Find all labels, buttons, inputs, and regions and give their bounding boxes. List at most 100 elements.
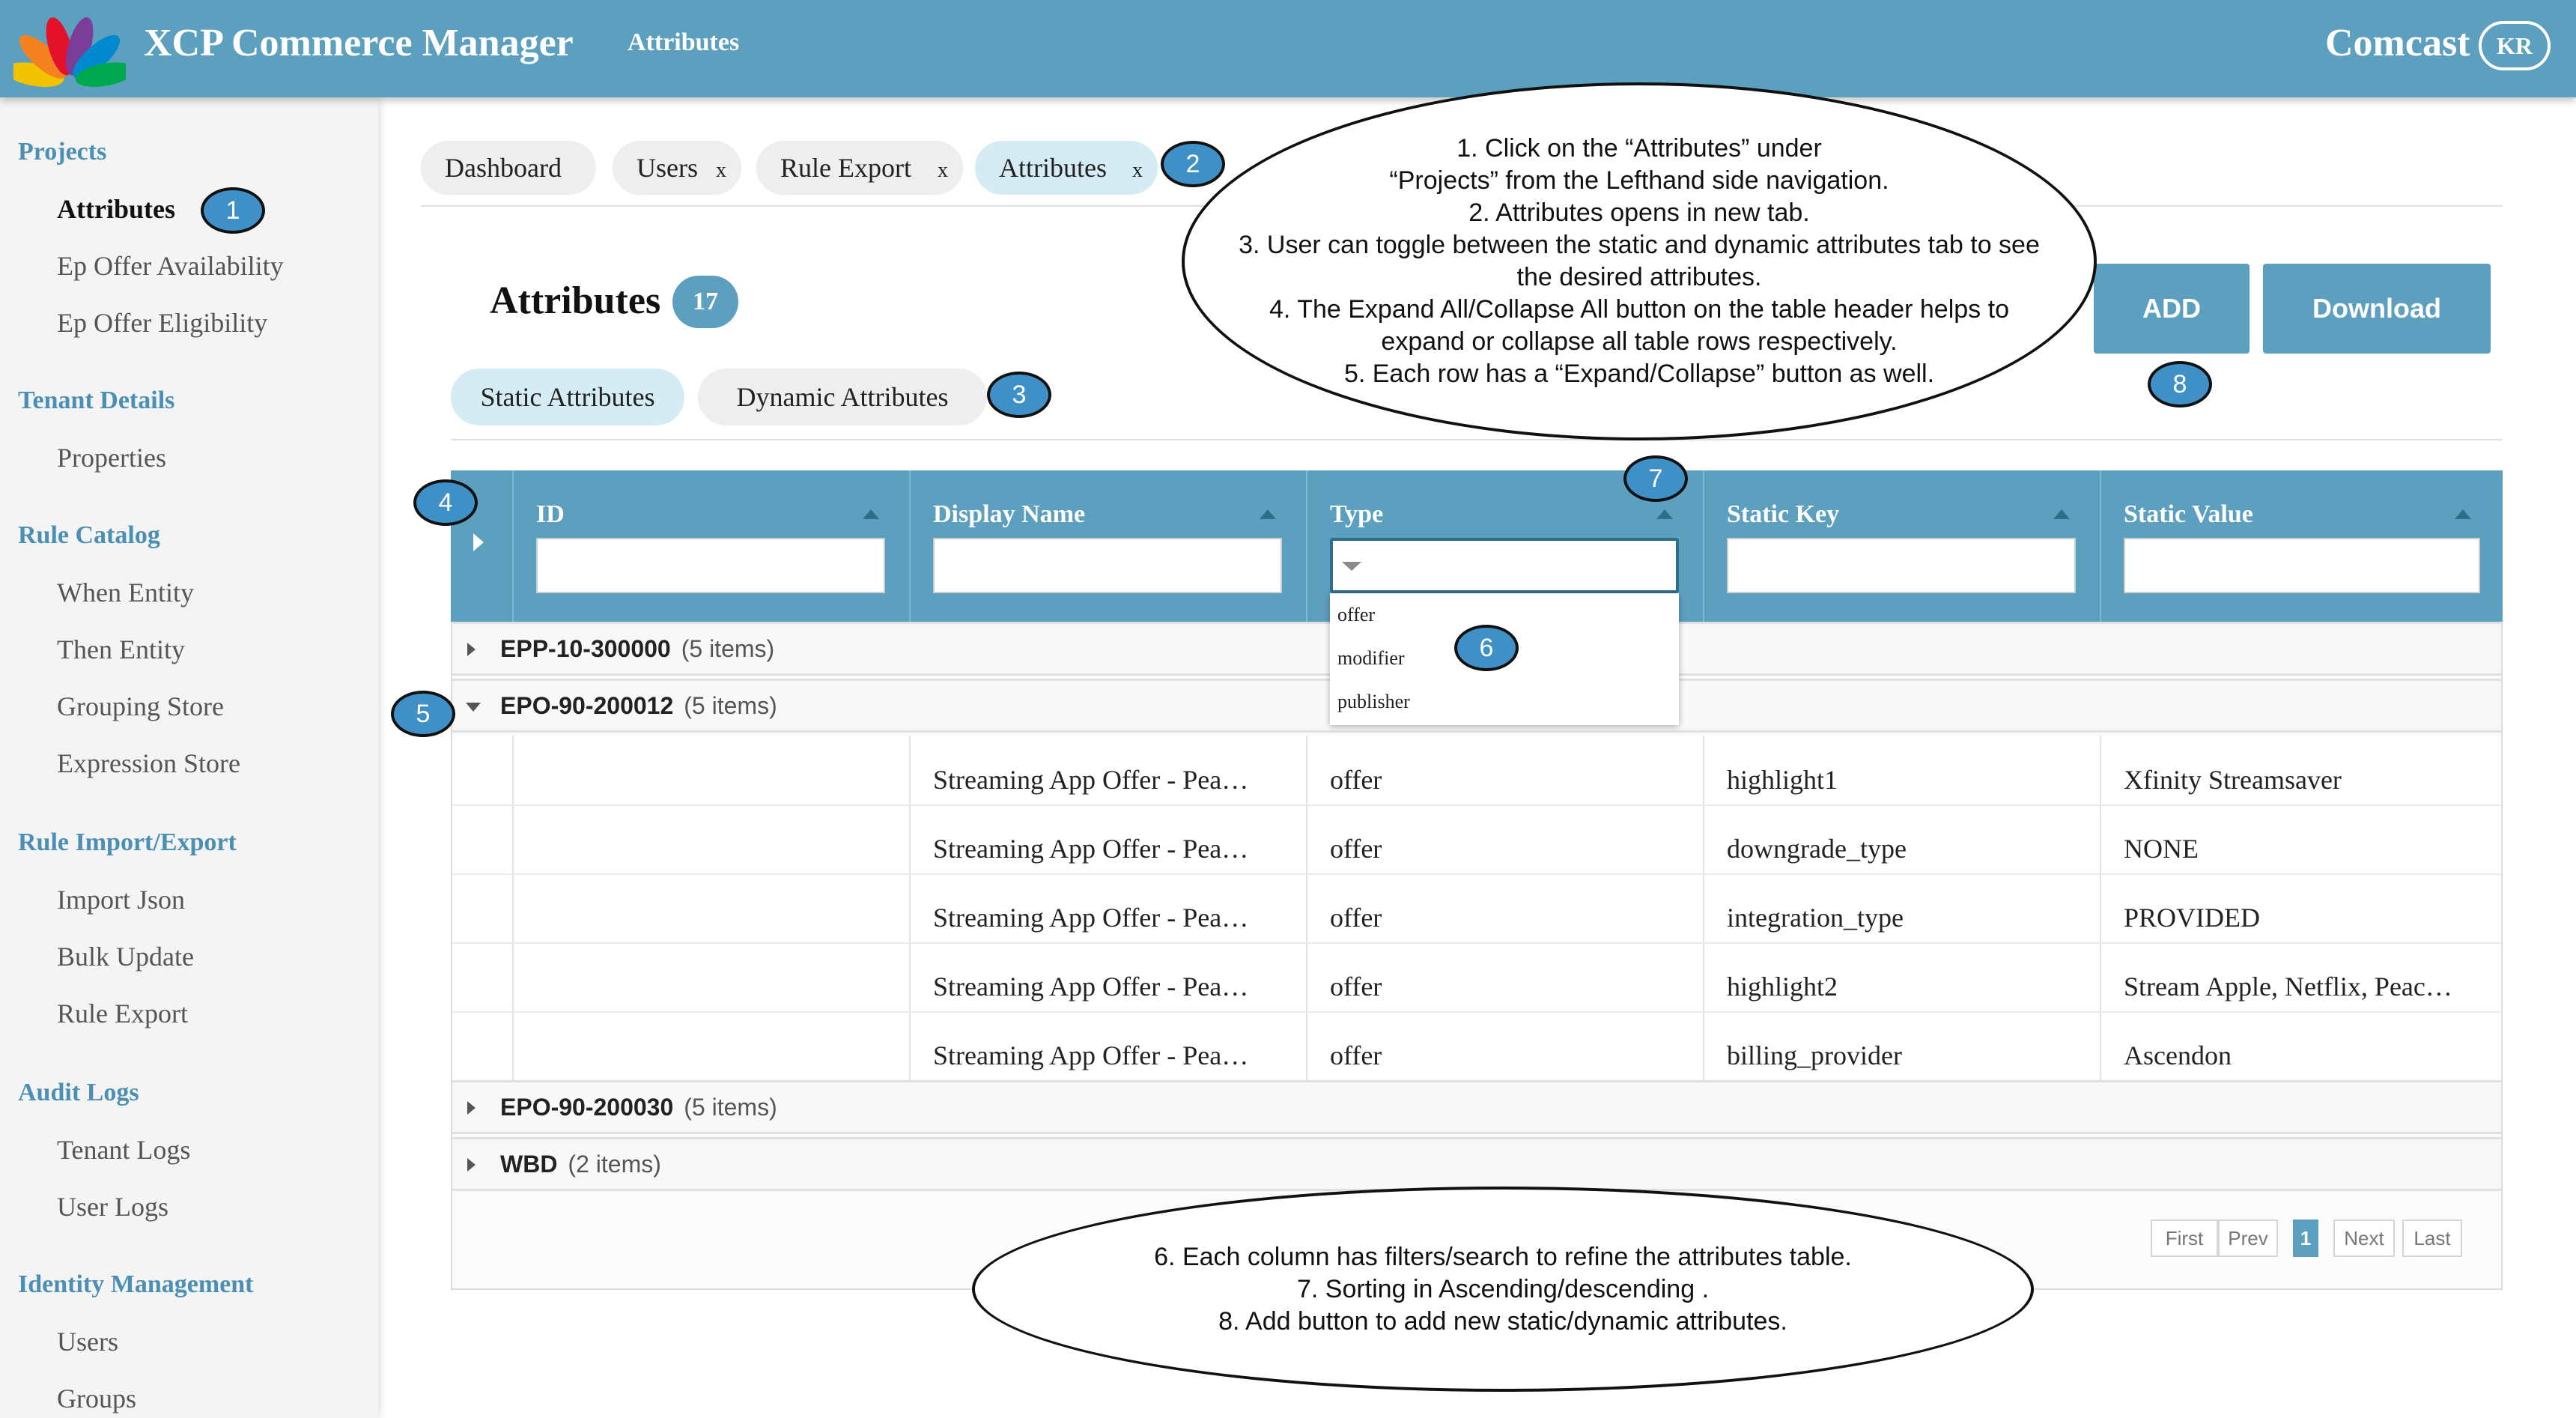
annotation-badge-5: 5: [391, 691, 455, 737]
sidebar-section-rule-catalog[interactable]: Rule Catalog: [18, 521, 160, 550]
annotation-badge-3: 3: [987, 372, 1051, 418]
type-cell: offer: [1330, 834, 1382, 864]
display-name-filter-input[interactable]: [933, 538, 1282, 593]
collapse-row-icon[interactable]: [466, 703, 481, 712]
close-icon[interactable]: x: [1132, 159, 1143, 183]
sidebar-item-rule-export[interactable]: Rule Export: [57, 998, 188, 1029]
close-icon[interactable]: x: [938, 159, 948, 183]
column-header-type[interactable]: Type: [1330, 500, 1383, 529]
column-divider: [909, 736, 911, 1080]
sidebar-item-ep-offer-availability[interactable]: Ep Offer Availability: [57, 250, 284, 282]
sidebar-item-expression-store[interactable]: Expression Store: [57, 748, 240, 779]
column-header-static-key[interactable]: Static Key: [1727, 500, 1839, 529]
sort-ascending-icon[interactable]: [1656, 509, 1673, 519]
group-id: EPP-10-300000: [500, 635, 671, 662]
sort-ascending-icon[interactable]: [1260, 509, 1276, 519]
tab-label: Attributes: [999, 153, 1107, 183]
sidebar-item-then-entity[interactable]: Then Entity: [57, 634, 185, 665]
tab-dashboard[interactable]: Dashboard: [421, 141, 596, 195]
static-key-filter-input[interactable]: [1727, 538, 2076, 593]
dropdown-option-publisher[interactable]: publisher: [1337, 691, 1410, 713]
dropdown-option-modifier[interactable]: modifier: [1337, 647, 1405, 670]
expand-row-icon[interactable]: [467, 643, 476, 656]
count-badge: 17: [672, 276, 738, 328]
static-value-cell: PROVIDED: [2124, 903, 2261, 933]
annotation-badge-1: 1: [201, 187, 265, 234]
type-cell: offer: [1330, 1040, 1382, 1070]
sidebar-section-rule-import-export[interactable]: Rule Import/Export: [18, 828, 237, 857]
sidebar-item-bulk-update[interactable]: Bulk Update: [57, 941, 194, 972]
top-bar: XCP Commerce Manager Attributes Comcast …: [0, 0, 2576, 97]
tab-static-attributes[interactable]: Static Attributes: [451, 369, 684, 425]
static-key-cell: integration_type: [1727, 903, 1904, 933]
sidebar-section-audit-logs[interactable]: Audit Logs: [18, 1079, 139, 1107]
download-button[interactable]: Download: [2263, 264, 2491, 354]
pagination-prev-button[interactable]: Prev: [2218, 1219, 2278, 1257]
column-divider: [2100, 736, 2101, 1080]
static-key-cell: highlight2: [1727, 972, 1838, 1002]
sort-ascending-icon[interactable]: [2053, 509, 2070, 519]
row-divider: [452, 805, 2501, 806]
column-divider: [512, 470, 514, 622]
type-filter-select[interactable]: [1330, 538, 1679, 593]
display-name-cell: Streaming App Offer - Pea…: [933, 1040, 1249, 1070]
column-divider: [2100, 470, 2101, 622]
sidebar-item-user-logs[interactable]: User Logs: [57, 1191, 168, 1222]
sort-ascending-icon[interactable]: [863, 509, 879, 519]
pagination-next-button[interactable]: Next: [2333, 1219, 2395, 1257]
app-title[interactable]: XCP Commerce Manager: [144, 21, 574, 65]
row-divider: [452, 873, 2501, 875]
sidebar-item-users[interactable]: Users: [57, 1326, 118, 1357]
callout-line: 3. User can toggle between the static an…: [1239, 231, 2040, 259]
group-count: (5 items): [684, 1094, 777, 1121]
tab-label: Dashboard: [445, 153, 562, 183]
expand-all-icon[interactable]: [473, 533, 484, 551]
dropdown-option-offer[interactable]: offer: [1337, 604, 1375, 626]
sidebar-item-groups[interactable]: Groups: [57, 1383, 136, 1414]
sidebar-item-attributes[interactable]: Attributes: [57, 193, 175, 225]
column-header-static-value[interactable]: Static Value: [2124, 500, 2253, 529]
column-header-display-name[interactable]: Display Name: [933, 500, 1085, 529]
sidebar-item-import-json[interactable]: Import Json: [57, 884, 185, 915]
sidebar-section-projects[interactable]: Projects: [18, 138, 106, 166]
tab-attributes[interactable]: Attributes x: [975, 141, 1158, 195]
static-value-cell: Xfinity Streamsaver: [2124, 765, 2342, 795]
add-button[interactable]: ADD: [2094, 264, 2250, 354]
expand-row-icon[interactable]: [467, 1101, 476, 1115]
peacock-logo-icon[interactable]: [13, 6, 126, 88]
callout-line: 2. Attributes opens in new tab.: [1468, 199, 1810, 227]
annotation-badge-4: 4: [413, 479, 478, 526]
sidebar-item-grouping-store[interactable]: Grouping Store: [57, 691, 224, 722]
column-divider: [1306, 736, 1307, 1080]
column-header-id[interactable]: ID: [536, 500, 565, 529]
user-avatar[interactable]: KR: [2479, 21, 2551, 70]
static-value-filter-input[interactable]: [2124, 538, 2480, 593]
display-name-cell: Streaming App Offer - Pea…: [933, 972, 1249, 1002]
tab-users[interactable]: Users x: [613, 141, 741, 195]
column-divider: [909, 470, 911, 622]
sidebar-section-identity-management[interactable]: Identity Management: [18, 1270, 253, 1299]
group-row-wbd[interactable]: [452, 1137, 2501, 1191]
pagination-last-button[interactable]: Last: [2402, 1219, 2462, 1257]
column-divider: [512, 736, 514, 1080]
pagination-current-page[interactable]: 1: [2293, 1219, 2318, 1257]
chevron-down-icon: [1342, 562, 1361, 571]
sidebar-item-ep-offer-eligibility[interactable]: Ep Offer Eligibility: [57, 307, 267, 339]
sidebar-item-when-entity[interactable]: When Entity: [57, 577, 194, 608]
callout-line: the desired attributes.: [1516, 263, 1762, 291]
sidebar-item-tenant-logs[interactable]: Tenant Logs: [57, 1134, 190, 1166]
type-cell: offer: [1330, 903, 1382, 933]
sidebar-item-properties[interactable]: Properties: [57, 442, 166, 473]
callout-line: “Projects” from the Lefthand side naviga…: [1389, 166, 1889, 195]
expand-row-icon[interactable]: [467, 1158, 476, 1172]
group-count: (5 items): [681, 635, 775, 662]
close-icon[interactable]: x: [716, 159, 726, 183]
top-nav-attributes-link[interactable]: Attributes: [628, 28, 739, 57]
tab-rule-export[interactable]: Rule Export x: [756, 141, 963, 195]
id-filter-input[interactable]: [536, 538, 885, 593]
pagination-first-button[interactable]: First: [2151, 1219, 2218, 1257]
tab-label: Users: [637, 153, 698, 183]
tab-dynamic-attributes[interactable]: Dynamic Attributes: [698, 369, 987, 425]
sort-ascending-icon[interactable]: [2455, 509, 2471, 519]
sidebar-section-tenant-details[interactable]: Tenant Details: [18, 387, 174, 415]
